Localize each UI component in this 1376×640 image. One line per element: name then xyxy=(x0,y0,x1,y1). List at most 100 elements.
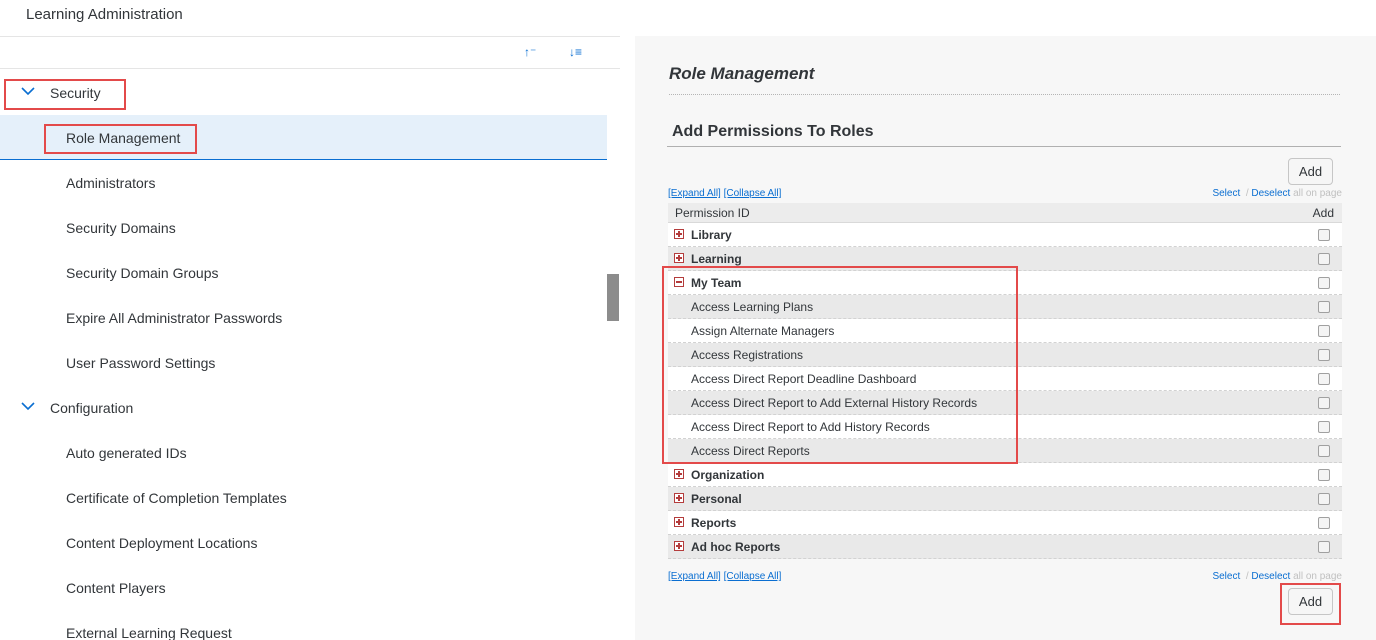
permission-item-row: Access Direct Report Deadline Dashboard xyxy=(668,367,1342,391)
select-link[interactable]: Select xyxy=(1212,571,1240,582)
add-button-top[interactable]: Add xyxy=(1288,158,1333,185)
add-button-bottom[interactable]: Add xyxy=(1288,588,1333,615)
tree-group-label: Configuration xyxy=(50,400,134,416)
collapse-all-link[interactable]: [Collapse All] xyxy=(724,188,782,199)
column-header-add: Add xyxy=(1312,206,1334,220)
table-header: Permission ID Add xyxy=(668,203,1342,223)
permission-category-row: Ad hoc Reports xyxy=(668,535,1342,559)
tree-item-label: Content Deployment Locations xyxy=(66,535,258,551)
tree-group-configuration[interactable]: Configuration xyxy=(0,385,607,430)
tree-item-role-management[interactable]: Role Management xyxy=(0,115,607,160)
add-permission-checkbox[interactable] xyxy=(1318,253,1330,265)
column-header-permission-id: Permission ID xyxy=(675,206,750,220)
tree-item-user-password-settings[interactable]: User Password Settings xyxy=(0,340,607,385)
expand-icon[interactable] xyxy=(674,229,684,239)
tree-scrollbar[interactable] xyxy=(607,274,619,321)
permission-item-label: Access Direct Report to Add External His… xyxy=(691,396,978,410)
tree-item-label: Security Domains xyxy=(66,220,176,236)
permission-item-row: Access Direct Report to Add History Reco… xyxy=(668,415,1342,439)
app-title: Learning Administration xyxy=(26,6,183,23)
permission-item-row: Access Direct Report to Add External His… xyxy=(668,391,1342,415)
permission-category-row: Learning xyxy=(668,247,1342,271)
add-permission-checkbox[interactable] xyxy=(1318,541,1330,553)
add-permission-checkbox[interactable] xyxy=(1318,469,1330,481)
collapse-all-link[interactable]: [Collapse All] xyxy=(724,571,782,582)
tree-item-certificate-templates[interactable]: Certificate of Completion Templates xyxy=(0,475,607,520)
collapse-icon[interactable] xyxy=(674,277,684,287)
table-links-top: [Expand All] [Collapse All] Select / Des… xyxy=(668,188,1342,202)
add-permission-checkbox[interactable] xyxy=(1318,349,1330,361)
tree-item-auto-generated-ids[interactable]: Auto generated IDs xyxy=(0,430,607,475)
permission-item-label: Access Direct Report Deadline Dashboard xyxy=(691,372,917,386)
tree-item-label: External Learning Request xyxy=(66,625,232,640)
tree-item-label: Certificate of Completion Templates xyxy=(66,490,287,506)
add-permission-checkbox[interactable] xyxy=(1318,229,1330,241)
add-permission-checkbox[interactable] xyxy=(1318,445,1330,457)
navigation-panel: ↑⁻ ↓≡ Security Role Management Administr… xyxy=(0,36,620,640)
expand-all-link[interactable]: [Expand All] xyxy=(668,188,721,199)
permission-category-row: Organization xyxy=(668,463,1342,487)
expand-icon[interactable] xyxy=(674,493,684,503)
permission-category-label: My Team xyxy=(691,276,742,290)
tree-item-label: User Password Settings xyxy=(66,355,216,371)
add-permission-checkbox[interactable] xyxy=(1318,373,1330,385)
tree-item-external-learning-request[interactable]: External Learning Request xyxy=(0,610,607,640)
tree-item-content-players[interactable]: Content Players xyxy=(0,565,607,610)
permission-category-row: My Team xyxy=(668,271,1342,295)
content-panel: Role Management Add Permissions To Roles… xyxy=(635,36,1376,640)
permission-category-label: Reports xyxy=(691,516,737,530)
tree-toolbar: ↑⁻ ↓≡ xyxy=(0,36,620,69)
chevron-down-icon xyxy=(21,402,35,411)
permission-item-row: Access Registrations xyxy=(668,343,1342,367)
app-header: Learning Administration xyxy=(0,0,1376,36)
navigation-tree: Security Role Management Administrators … xyxy=(0,70,607,640)
tree-item-label: Administrators xyxy=(66,175,156,191)
tree-item-expire-passwords[interactable]: Expire All Administrator Passwords xyxy=(0,295,607,340)
page-title: Role Management xyxy=(669,64,815,83)
permission-category-label: Personal xyxy=(691,492,742,506)
all-on-page-text: all on page xyxy=(1293,188,1342,199)
expand-icon[interactable] xyxy=(674,253,684,263)
tree-group-security[interactable]: Security xyxy=(0,70,607,115)
tree-item-security-domains[interactable]: Security Domains xyxy=(0,205,607,250)
expand-icon[interactable] xyxy=(674,469,684,479)
tree-item-content-deployment-locations[interactable]: Content Deployment Locations xyxy=(0,520,607,565)
tree-item-label: Expire All Administrator Passwords xyxy=(66,310,283,326)
add-permission-checkbox[interactable] xyxy=(1318,397,1330,409)
permission-category-label: Learning xyxy=(691,252,742,266)
tree-item-label: Role Management xyxy=(66,130,181,146)
chevron-down-icon xyxy=(21,87,35,96)
add-permission-checkbox[interactable] xyxy=(1318,517,1330,529)
expand-icon[interactable] xyxy=(674,541,684,551)
permission-item-label: Assign Alternate Managers xyxy=(691,324,835,338)
tree-item-label: Content Players xyxy=(66,580,166,596)
permission-category-label: Ad hoc Reports xyxy=(691,540,781,554)
add-permission-checkbox[interactable] xyxy=(1318,493,1330,505)
permission-category-row: Reports xyxy=(668,511,1342,535)
table-links-bottom: [Expand All] [Collapse All] Select / Des… xyxy=(668,571,1342,585)
tree-item-security-domain-groups[interactable]: Security Domain Groups xyxy=(0,250,607,295)
expand-icon[interactable] xyxy=(674,517,684,527)
permission-item-label: Access Registrations xyxy=(691,348,804,362)
title-divider xyxy=(669,94,1340,95)
permission-category-row: Library xyxy=(668,223,1342,247)
add-permission-checkbox[interactable] xyxy=(1318,277,1330,289)
link-separator: / xyxy=(1245,188,1249,199)
add-permission-checkbox[interactable] xyxy=(1318,301,1330,313)
deselect-link[interactable]: Deselect xyxy=(1251,188,1290,199)
permission-item-row: Access Learning Plans xyxy=(668,295,1342,319)
expand-all-link[interactable]: [Expand All] xyxy=(668,571,721,582)
select-link[interactable]: Select xyxy=(1212,188,1240,199)
deselect-link[interactable]: Deselect xyxy=(1251,571,1290,582)
permission-item-label: Access Direct Reports xyxy=(691,444,810,458)
permission-item-label: Access Learning Plans xyxy=(691,300,814,314)
add-permission-checkbox[interactable] xyxy=(1318,421,1330,433)
permissions-table: Library Learning My Team Access Learning Pl… xyxy=(668,223,1342,559)
sort-descending-icon[interactable]: ↓≡ xyxy=(569,45,582,59)
section-divider xyxy=(667,146,1341,147)
add-permission-checkbox[interactable] xyxy=(1318,325,1330,337)
all-on-page-text: all on page xyxy=(1293,571,1342,582)
tree-item-administrators[interactable]: Administrators xyxy=(0,160,607,205)
permission-item-row: Access Direct Reports xyxy=(668,439,1342,463)
sort-ascending-icon[interactable]: ↑⁻ xyxy=(524,45,536,59)
